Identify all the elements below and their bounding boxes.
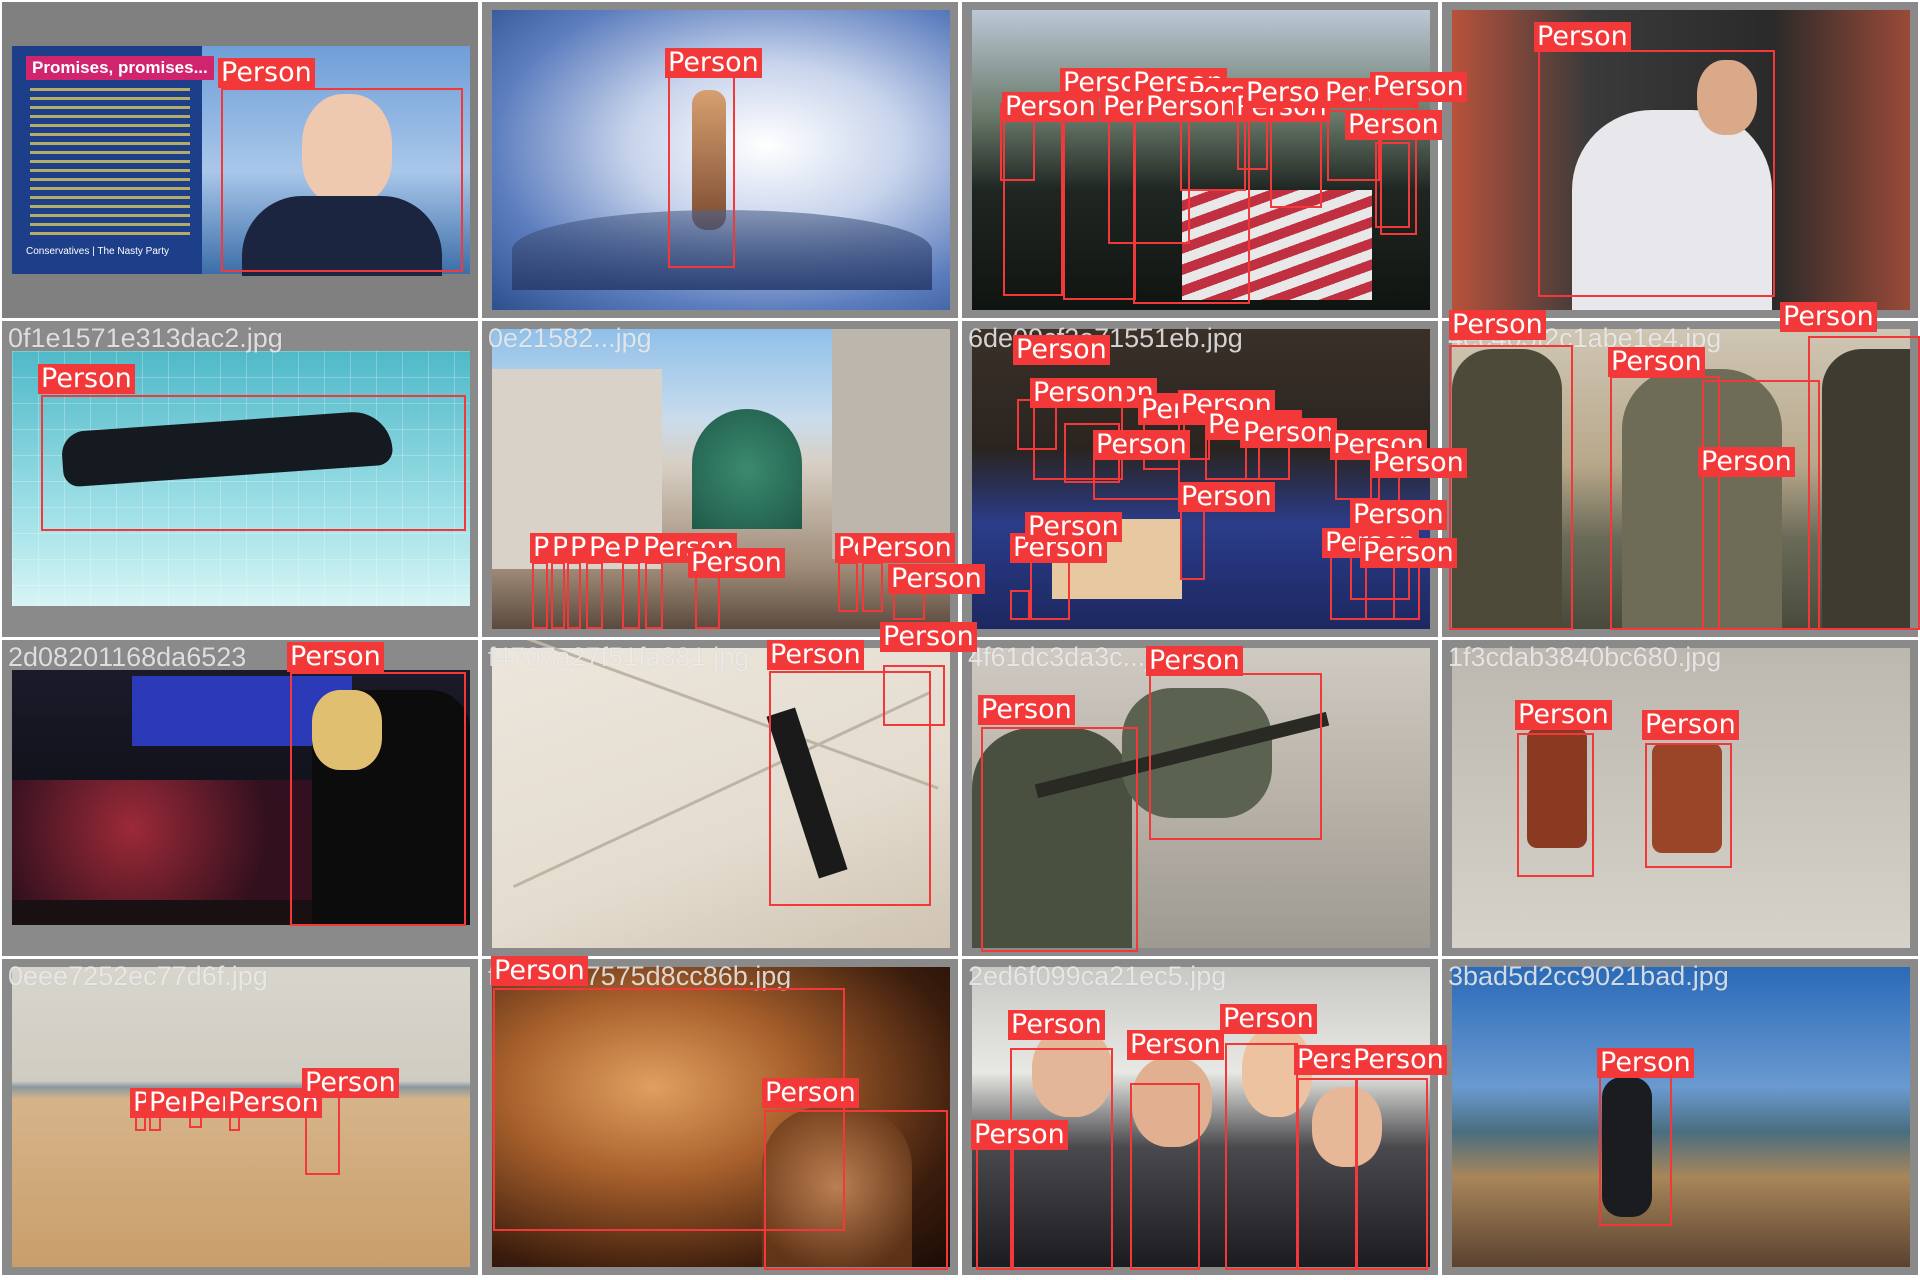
filename: f1667167575d8cc86b.jpg — [488, 961, 792, 991]
tile-2 — [482, 2, 958, 318]
filename: f4707a27f51fa381.jpg — [488, 642, 750, 672]
filename: 0f1e1571e313dac2.jpg — [8, 323, 283, 353]
lego-photo — [1452, 648, 1910, 948]
tile-6: 0e21582...jpg — [482, 321, 958, 637]
beach-photo — [12, 967, 470, 1267]
filename: 0e21582...jpg — [488, 323, 652, 353]
filename: 0eee7252ec77d6f.jpg — [8, 961, 268, 991]
funeral-photo — [972, 10, 1430, 310]
trapeze-photo — [492, 640, 950, 948]
filename: 3bad5d2cc9021bad.jpg — [1448, 961, 1729, 991]
tile-4 — [1442, 2, 1918, 318]
sky-photo — [492, 10, 950, 310]
poster-party: Conservatives | The Nasty Party — [26, 246, 170, 257]
tile-5: 0f1e1571e313dac2.jpg — [2, 321, 478, 637]
tile-9: 2d08201168da6523 — [2, 640, 478, 956]
soldiers-photo — [1452, 329, 1910, 629]
tile-7: 6de09cf2e71551eb.jpg — [962, 321, 1438, 637]
selfie-photo — [972, 967, 1430, 1267]
filename: 4ec405f2c1abe1e4.jpg — [1448, 323, 1722, 353]
tile-13: 0eee7252ec77d6f.jpg — [2, 959, 478, 1275]
statue-photo — [492, 967, 950, 1267]
tile-14: f1667167575d8cc86b.jpg — [482, 959, 958, 1275]
snipers-photo — [972, 648, 1430, 948]
tile-1: Promises, promises... Conservatives | Th… — [2, 2, 478, 318]
filename: 2d08201168da6523 — [8, 642, 247, 672]
hill-photo — [1452, 967, 1910, 1267]
church-photo — [972, 329, 1430, 629]
tile-16: 3bad5d2cc9021bad.jpg — [1442, 959, 1918, 1275]
tile-11: 4f61dc3da3c...jpg — [962, 640, 1438, 956]
driver-photo — [1452, 10, 1910, 310]
tile-10: f4707a27f51fa381.jpg — [482, 640, 958, 956]
filename: 2ed6f099ca21ec5.jpg — [968, 961, 1227, 991]
campaign-poster-photo: Promises, promises... Conservatives | Th… — [12, 46, 470, 276]
tile-8: 4ec405f2c1abe1e4.jpg — [1442, 321, 1918, 637]
poster-title: Promises, promises... — [26, 56, 214, 80]
diver-photo — [12, 351, 470, 606]
tile-3 — [962, 2, 1438, 318]
filename: 4f61dc3da3c...jpg — [968, 642, 1182, 672]
tile-15: 2ed6f099ca21ec5.jpg — [962, 959, 1438, 1275]
filename: 1f3cdab3840bc680.jpg — [1448, 642, 1722, 672]
filename: 6de09cf2e71551eb.jpg — [968, 323, 1243, 353]
stage-photo — [12, 670, 470, 925]
street-photo — [492, 329, 950, 629]
tile-12: 1f3cdab3840bc680.jpg — [1442, 640, 1918, 956]
